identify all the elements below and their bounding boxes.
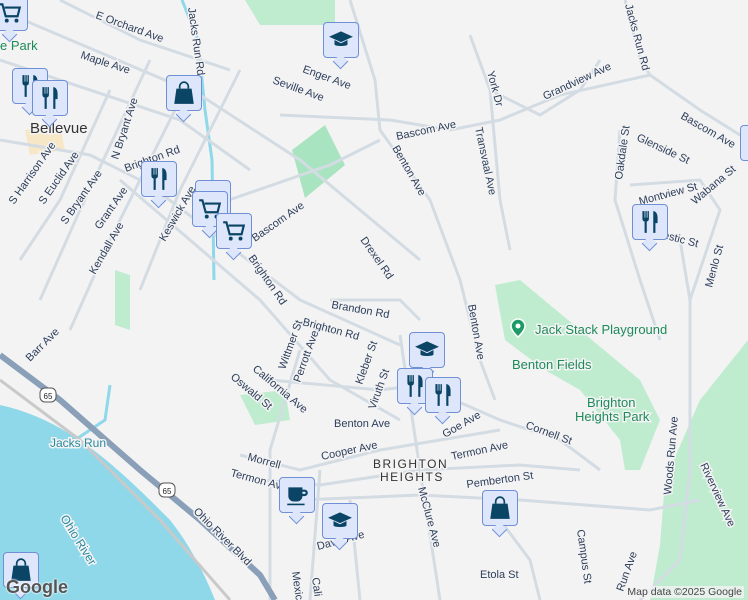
label-bh-park-2: Heights Park (575, 409, 650, 424)
label-benton-2: Benton Ave (334, 418, 390, 430)
label-glenside: Glenside St (635, 132, 692, 167)
label-bh-park-1: Brighton (587, 395, 635, 410)
shopping-bag-marker[interactable] (482, 490, 518, 526)
label-jack-stack: Jack Stack Playground (535, 322, 667, 337)
shopping-cart-marker[interactable] (0, 0, 28, 31)
restaurant-marker[interactable] (141, 161, 177, 197)
restaurant-icon (42, 87, 58, 109)
label-campus: Campus St (574, 529, 593, 585)
label-grandview: Grandview Ave (541, 61, 613, 103)
label-drexel: Drexel Rd (358, 235, 396, 282)
svg-text:65: 65 (44, 392, 53, 401)
label-park-partial: e Park (0, 38, 38, 53)
restaurant-icon (642, 211, 658, 233)
label-jacks-run-rd: Jacks Run Rd (185, 7, 206, 76)
school-marker[interactable] (409, 332, 445, 368)
restaurant-icon (435, 384, 451, 406)
coffee-marker[interactable] (279, 477, 315, 513)
coffee-icon (287, 487, 308, 506)
label-york: York Dr (484, 70, 505, 108)
label-pemberton: Pemberton St (466, 470, 534, 491)
label-ohio-river-blvd: Ohio River Blvd (191, 506, 254, 569)
school-marker[interactable] (322, 503, 358, 539)
label-brighton-heights-2: HEIGHTS (380, 470, 444, 484)
shopping-bag-marker[interactable] (740, 125, 748, 161)
label-brighton-rd-2: Brighton Rd (246, 253, 289, 307)
shopping-cart-icon (223, 221, 246, 241)
shopping-bag-icon (174, 81, 194, 104)
restaurant-marker[interactable] (632, 204, 668, 240)
label-morrell: Morrell (246, 451, 282, 471)
shopping-cart-icon (0, 3, 22, 23)
shopping-bag-marker[interactable] (166, 75, 202, 111)
label-jacks-run-rd-2: Jacks Run Rd (622, 3, 651, 72)
label-bellevue: Bellevue (30, 120, 88, 137)
label-kendall: Kendall Ave (87, 220, 126, 276)
restaurant-marker[interactable] (32, 80, 68, 116)
label-benton-1: Benton Ave (389, 144, 427, 199)
label-cornell: Cornell St (524, 420, 573, 448)
shopping-bag-icon (490, 496, 510, 519)
svg-text:65: 65 (163, 487, 172, 496)
school-icon (329, 31, 353, 46)
label-brighton-heights-1: BRIGHTON (373, 457, 448, 471)
shopping-cart-marker[interactable] (216, 213, 252, 249)
label-jacks-run: Jacks Run (50, 436, 106, 450)
school-marker[interactable] (323, 22, 359, 58)
label-benton-fields: Benton Fields (512, 357, 592, 372)
label-mexico: Mexic (289, 571, 305, 600)
map-attribution: Map data ©2025 Google (625, 586, 744, 598)
restaurant-marker[interactable] (425, 377, 461, 413)
google-logo[interactable]: Google (6, 577, 68, 598)
label-barr: Barr Ave (24, 326, 62, 364)
label-n-bryant: N Bryant Ave (109, 96, 140, 161)
label-benton-3: Benton Ave (465, 303, 487, 360)
restaurant-icon (151, 168, 167, 190)
school-icon (328, 512, 352, 527)
label-oakdale: Oakdale St (613, 125, 632, 181)
label-cooper: Cooper Ave (320, 439, 379, 463)
map-canvas[interactable]: 65 65 E Orchard Ave Maple Ave Jacks Run … (0, 0, 748, 600)
label-bascom-1: Bascom Ave (250, 200, 307, 245)
label-e-orchard: E Orchard Ave (94, 10, 165, 46)
label-etola: Etola St (480, 569, 519, 581)
school-icon (415, 341, 439, 356)
label-termon-2: Termon Ave (450, 439, 509, 463)
